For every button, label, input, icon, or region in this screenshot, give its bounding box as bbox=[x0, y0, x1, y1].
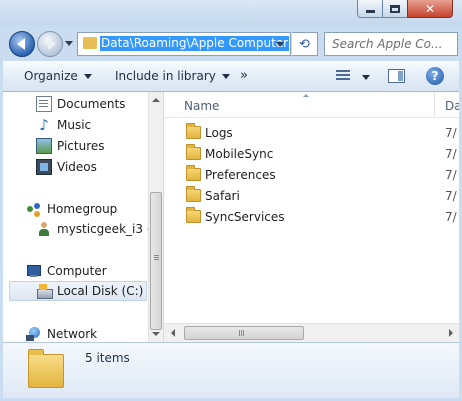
search-box[interactable]: Search Apple Co... bbox=[324, 32, 458, 56]
sidebar-item-documents[interactable]: Documents bbox=[36, 94, 125, 114]
music-icon: ♪ bbox=[39, 116, 49, 134]
computer-icon bbox=[26, 263, 42, 279]
table-row[interactable]: SyncServices 7/ bbox=[164, 207, 459, 228]
sidebar-item-label: Videos bbox=[57, 160, 97, 174]
homegroup-icon bbox=[26, 201, 42, 217]
file-list-pane: Name Da Logs 7/ MobileSync 7/ Preference… bbox=[164, 92, 459, 323]
organize-menu[interactable]: Organize bbox=[24, 69, 92, 83]
documents-icon bbox=[36, 96, 52, 112]
sidebar-item-videos[interactable]: Videos bbox=[36, 157, 97, 177]
table-row[interactable]: Preferences 7/ bbox=[164, 165, 459, 186]
close-button[interactable]: ✕ bbox=[407, 0, 453, 18]
scroll-left-icon[interactable] bbox=[171, 329, 175, 337]
folder-icon bbox=[186, 186, 201, 202]
network-icon bbox=[26, 326, 42, 342]
sidebar-item-computer[interactable]: Computer bbox=[26, 261, 107, 281]
chevron-down-icon bbox=[83, 74, 92, 79]
file-name: Logs bbox=[205, 126, 233, 140]
minimize-icon bbox=[365, 10, 375, 13]
view-options-dropdown[interactable] bbox=[362, 75, 370, 80]
sidebar-item-label: Local Disk (C:) bbox=[57, 284, 144, 298]
file-name: Safari bbox=[205, 189, 240, 203]
table-row[interactable]: MobileSync 7/ bbox=[164, 144, 459, 165]
preview-pane-icon[interactable] bbox=[388, 69, 405, 83]
sidebar-item-label: Music bbox=[57, 118, 92, 132]
sidebar-item-label: Pictures bbox=[57, 139, 105, 153]
sidebar-item-label: Documents bbox=[57, 97, 126, 111]
details-pane: 5 items bbox=[3, 342, 459, 398]
sidebar-item-label: Computer bbox=[47, 264, 107, 278]
include-in-library-label: Include in library bbox=[115, 69, 216, 83]
file-date: 7/ bbox=[445, 210, 457, 224]
file-date: 7/ bbox=[445, 126, 457, 140]
recent-pages-dropdown[interactable] bbox=[65, 41, 73, 46]
folder-icon bbox=[186, 165, 201, 181]
item-count: 5 items bbox=[85, 351, 130, 365]
pictures-icon bbox=[36, 138, 52, 154]
folder-icon bbox=[28, 349, 64, 388]
file-name: SyncServices bbox=[205, 210, 285, 224]
sidebar-item-local-disk[interactable]: Local Disk (C:) bbox=[9, 281, 147, 301]
forward-button[interactable] bbox=[37, 31, 63, 57]
address-bar[interactable]: Data\Roaming\Apple Computer bbox=[77, 32, 291, 56]
user-icon bbox=[36, 221, 52, 237]
sidebar-item-pictures[interactable]: Pictures bbox=[36, 136, 105, 156]
forward-arrow-icon bbox=[47, 38, 56, 50]
help-icon[interactable]: ? bbox=[426, 67, 444, 85]
videos-icon bbox=[36, 159, 52, 175]
more-commands-button[interactable]: » bbox=[240, 68, 248, 83]
sidebar-item-label: Network bbox=[47, 327, 98, 341]
horizontal-scrollbar[interactable] bbox=[164, 323, 459, 342]
folder-icon bbox=[186, 207, 201, 223]
maximize-icon bbox=[390, 4, 400, 13]
address-dropdown-button[interactable] bbox=[276, 42, 284, 47]
file-name: MobileSync bbox=[205, 147, 274, 161]
include-in-library-menu[interactable]: Include in library bbox=[115, 69, 230, 83]
organize-label: Organize bbox=[24, 69, 78, 83]
minimize-button[interactable] bbox=[357, 0, 383, 18]
sidebar-item-label: Homegroup bbox=[47, 202, 118, 216]
change-view-icon[interactable] bbox=[336, 70, 350, 81]
chevron-down-icon bbox=[221, 74, 230, 79]
maximize-button[interactable] bbox=[382, 0, 408, 18]
navigation-pane: Documents ♪ Music Pictures Videos Homegr… bbox=[3, 92, 148, 342]
file-date: 7/ bbox=[445, 168, 457, 182]
scrollbar-thumb[interactable] bbox=[150, 192, 162, 330]
file-date: 7/ bbox=[445, 147, 457, 161]
folder-icon bbox=[186, 123, 201, 139]
column-divider[interactable] bbox=[434, 92, 435, 118]
back-button[interactable] bbox=[9, 31, 35, 57]
scroll-down-icon[interactable] bbox=[152, 332, 160, 336]
sidebar-item-network[interactable]: Network bbox=[26, 324, 97, 342]
title-bar: ✕ bbox=[0, 0, 462, 25]
refresh-icon: ⟲ bbox=[299, 36, 310, 52]
search-input[interactable]: Search Apple Co... bbox=[332, 37, 454, 51]
column-header-row: Name Da bbox=[164, 92, 459, 118]
sidebar-item-label: mysticgeek_i3 (M bbox=[57, 222, 148, 236]
sidebar-item-homegroup[interactable]: Homegroup bbox=[26, 199, 117, 219]
scroll-up-icon[interactable] bbox=[152, 98, 160, 102]
table-row[interactable]: Safari 7/ bbox=[164, 186, 459, 207]
back-arrow-icon bbox=[16, 38, 25, 50]
column-header-name[interactable]: Name bbox=[184, 99, 219, 113]
file-name: Preferences bbox=[205, 168, 276, 182]
scroll-right-icon[interactable] bbox=[449, 329, 453, 337]
close-icon: ✕ bbox=[424, 1, 436, 16]
scrollbar-thumb[interactable] bbox=[184, 326, 304, 340]
refresh-button[interactable]: ⟲ bbox=[292, 32, 318, 56]
table-row[interactable]: Logs 7/ bbox=[164, 123, 459, 144]
folder-icon bbox=[83, 37, 97, 49]
local-disk-icon bbox=[36, 283, 53, 299]
sidebar-item-user[interactable]: mysticgeek_i3 (M bbox=[36, 219, 148, 239]
sort-ascending-icon bbox=[303, 94, 309, 97]
navigation-pane-scrollbar[interactable] bbox=[148, 92, 163, 342]
folder-icon bbox=[186, 144, 201, 160]
command-toolbar: Organize Include in library » ? bbox=[3, 61, 459, 92]
sidebar-item-music[interactable]: ♪ Music bbox=[36, 115, 91, 135]
file-date: 7/ bbox=[445, 189, 457, 203]
address-path[interactable]: Data\Roaming\Apple Computer bbox=[100, 36, 290, 51]
column-header-date[interactable]: Da bbox=[445, 99, 459, 113]
